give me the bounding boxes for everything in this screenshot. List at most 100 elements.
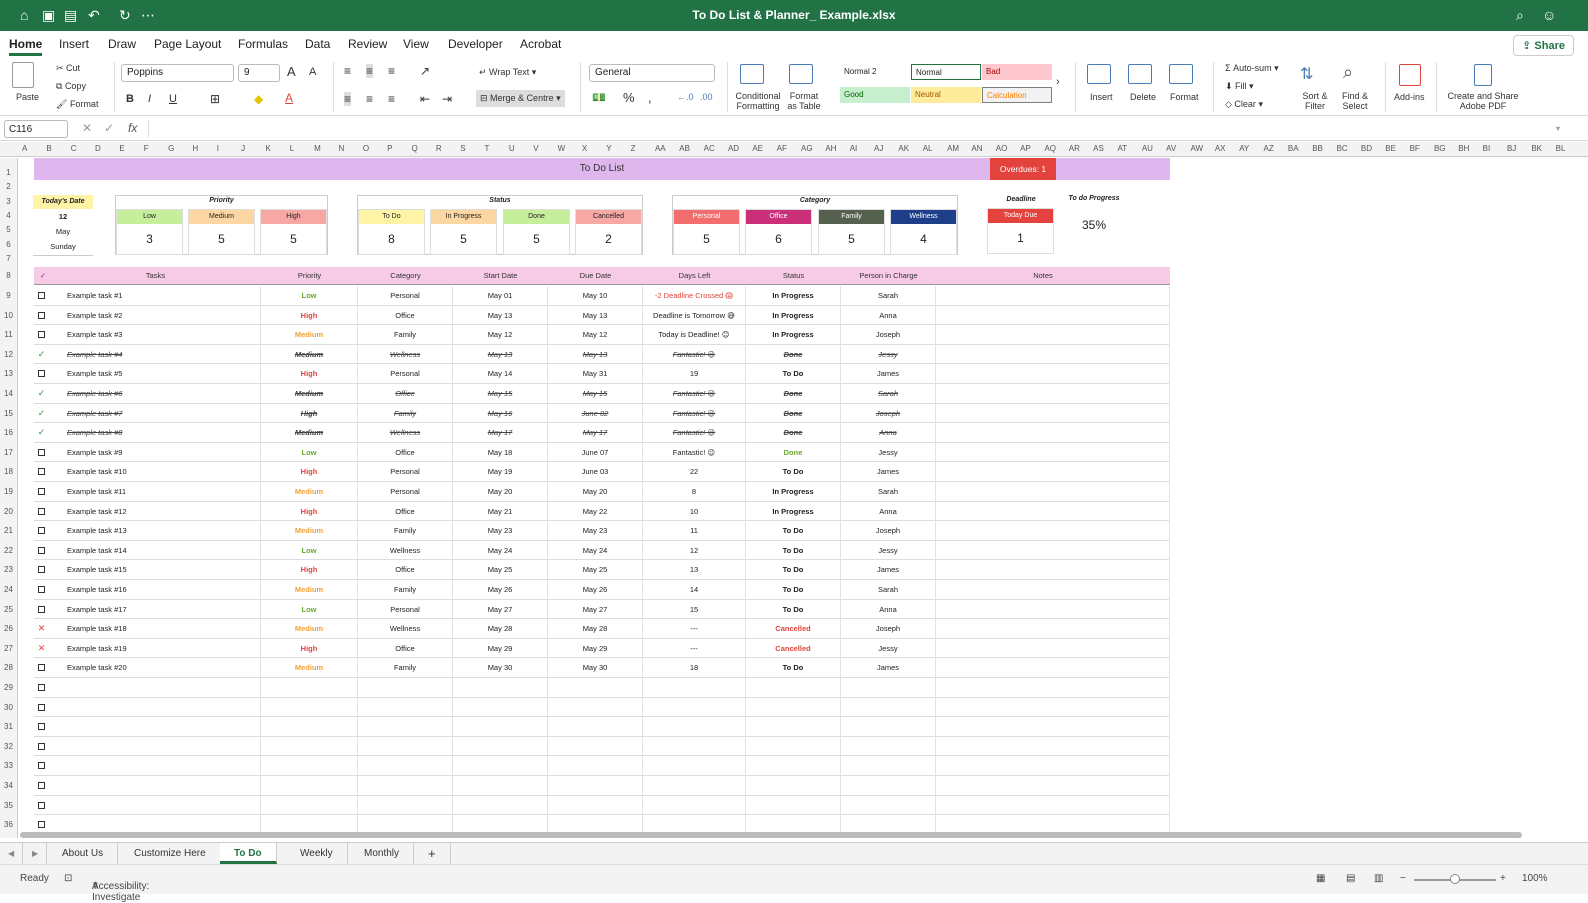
- checkbox-icon[interactable]: [38, 331, 45, 339]
- column-header[interactable]: BC: [1337, 144, 1348, 153]
- zoom-slider-thumb[interactable]: [1450, 874, 1460, 884]
- row-header[interactable]: 17: [0, 448, 17, 457]
- column-header[interactable]: AC: [704, 144, 715, 153]
- checkbox-icon[interactable]: [38, 527, 45, 535]
- cell-days[interactable]: [643, 717, 746, 737]
- row-header[interactable]: 6: [0, 240, 17, 249]
- cell-person[interactable]: Sarah: [841, 482, 936, 502]
- checkmark-icon[interactable]: ✓: [37, 428, 46, 437]
- column-header[interactable]: BK: [1531, 144, 1542, 153]
- column-header[interactable]: B: [46, 144, 51, 153]
- cell-task[interactable]: Example task #19: [50, 638, 261, 659]
- account-icon[interactable]: ☺: [1542, 7, 1556, 23]
- cell-start[interactable]: [453, 795, 548, 816]
- adobe-pdf-button[interactable]: Create and Share Adobe PDF: [1446, 91, 1520, 111]
- cell-category[interactable]: Personal: [358, 364, 453, 384]
- cell-notes[interactable]: [936, 325, 1170, 345]
- page-layout-view-icon[interactable]: ▤: [1346, 873, 1355, 884]
- bold-icon[interactable]: B: [126, 93, 134, 105]
- cell-task[interactable]: Example task #20: [50, 658, 261, 678]
- cell-notes[interactable]: [936, 423, 1170, 443]
- table-row[interactable]: Example task #3 Medium Family May 12 May 12 T…: [34, 325, 1170, 345]
- cell-task[interactable]: Example task #16: [50, 580, 261, 600]
- cell-task[interactable]: Example task #9: [50, 442, 261, 463]
- font-family-select[interactable]: Poppins: [121, 64, 234, 82]
- cell-person[interactable]: Anna: [841, 423, 936, 443]
- cell-task[interactable]: Example task #5: [50, 364, 261, 384]
- cell-start[interactable]: May 20: [453, 482, 548, 502]
- cell-due[interactable]: May 12: [548, 325, 643, 345]
- cell-start[interactable]: May 25: [453, 560, 548, 580]
- column-header[interactable]: BE: [1385, 144, 1396, 153]
- cell-category[interactable]: [358, 717, 453, 737]
- cell-days[interactable]: Fantastic! 😉: [643, 442, 746, 463]
- cell-category[interactable]: Office: [358, 560, 453, 580]
- adobe-pdf-icon[interactable]: [1474, 64, 1492, 86]
- cell-person[interactable]: James: [841, 658, 936, 678]
- cell-category[interactable]: [358, 756, 453, 776]
- add-sheet-button[interactable]: +: [414, 843, 451, 864]
- column-header[interactable]: AT: [1117, 144, 1127, 153]
- cell-priority[interactable]: [261, 717, 358, 737]
- table-row[interactable]: Example task #13 Medium Family May 23 May 23…: [34, 521, 1170, 541]
- cell-due[interactable]: May 31: [548, 364, 643, 384]
- cell-status[interactable]: [746, 776, 841, 796]
- cell-status[interactable]: [746, 697, 841, 718]
- sheet-tab-weekly[interactable]: Weekly: [286, 843, 348, 864]
- cell-priority[interactable]: High: [261, 305, 358, 326]
- cell-notes[interactable]: [936, 364, 1170, 384]
- cell-notes[interactable]: [936, 638, 1170, 659]
- cell-person[interactable]: James: [841, 560, 936, 580]
- column-header[interactable]: V: [533, 144, 538, 153]
- column-header[interactable]: AI: [850, 144, 858, 153]
- merge-centre-button[interactable]: ⊟ Merge & Centre ▾: [476, 90, 565, 107]
- cell-notes[interactable]: [936, 756, 1170, 776]
- cell-person[interactable]: [841, 776, 936, 796]
- column-header[interactable]: D: [95, 144, 101, 153]
- worksheet-grid[interactable]: To Do List Overdues: 1 Today's Date 12 M…: [18, 158, 1588, 838]
- row-header[interactable]: 3: [0, 197, 17, 206]
- cell-priority[interactable]: Medium: [261, 658, 358, 678]
- row-header[interactable]: 19: [0, 487, 17, 496]
- cell-priority[interactable]: [261, 795, 358, 816]
- cell-start[interactable]: May 18: [453, 442, 548, 463]
- checkbox-icon[interactable]: [38, 488, 45, 495]
- cell-days[interactable]: ---: [643, 638, 746, 659]
- table-row[interactable]: Example task #9 Low Office May 18 June 07 Fan…: [34, 442, 1170, 463]
- row-header[interactable]: 30: [0, 703, 17, 712]
- column-header[interactable]: R: [436, 144, 442, 153]
- tab-home[interactable]: Home: [9, 37, 43, 56]
- cell-status[interactable]: To Do: [746, 580, 841, 600]
- table-row[interactable]: Example task #20 Medium Family May 30 May 30…: [34, 658, 1170, 678]
- cell-due[interactable]: [548, 736, 643, 757]
- cell-person[interactable]: Jessy: [841, 442, 936, 463]
- column-header[interactable]: BL: [1556, 144, 1566, 153]
- zoom-in-icon[interactable]: +: [1500, 873, 1506, 884]
- cell-status[interactable]: To Do: [746, 540, 841, 561]
- cell-task[interactable]: Example task #18: [50, 619, 261, 639]
- sheet-tab-todo[interactable]: To Do: [220, 843, 277, 864]
- cell-notes[interactable]: [936, 580, 1170, 600]
- column-header[interactable]: P: [387, 144, 392, 153]
- table-row[interactable]: [34, 756, 1170, 776]
- cell-priority[interactable]: Medium: [261, 344, 358, 365]
- delete-cells-button[interactable]: Delete: [1130, 92, 1156, 102]
- cell-priority[interactable]: Medium: [261, 384, 358, 404]
- cell-priority[interactable]: Medium: [261, 619, 358, 639]
- row-header[interactable]: 18: [0, 467, 17, 476]
- cell-start[interactable]: May 16: [453, 403, 548, 424]
- cell-priority[interactable]: Low: [261, 442, 358, 463]
- tab-formulas[interactable]: Formulas: [238, 37, 288, 51]
- cell-notes[interactable]: [936, 795, 1170, 816]
- column-header[interactable]: AW: [1191, 144, 1204, 153]
- cell-task[interactable]: Example task #17: [50, 599, 261, 620]
- cell-status[interactable]: In Progress: [746, 286, 841, 306]
- cell-status[interactable]: Done: [746, 403, 841, 424]
- next-sheet-icon[interactable]: ▶: [24, 843, 48, 864]
- style-good[interactable]: Good: [840, 87, 910, 103]
- table-row[interactable]: Example task #5 High Personal May 14 May 31 1…: [34, 364, 1170, 384]
- cell-task[interactable]: Example task #4: [50, 344, 261, 365]
- sort-filter-icon[interactable]: ⇅: [1300, 64, 1313, 84]
- cell-person[interactable]: Joseph: [841, 619, 936, 639]
- checkbox-icon[interactable]: [38, 723, 45, 731]
